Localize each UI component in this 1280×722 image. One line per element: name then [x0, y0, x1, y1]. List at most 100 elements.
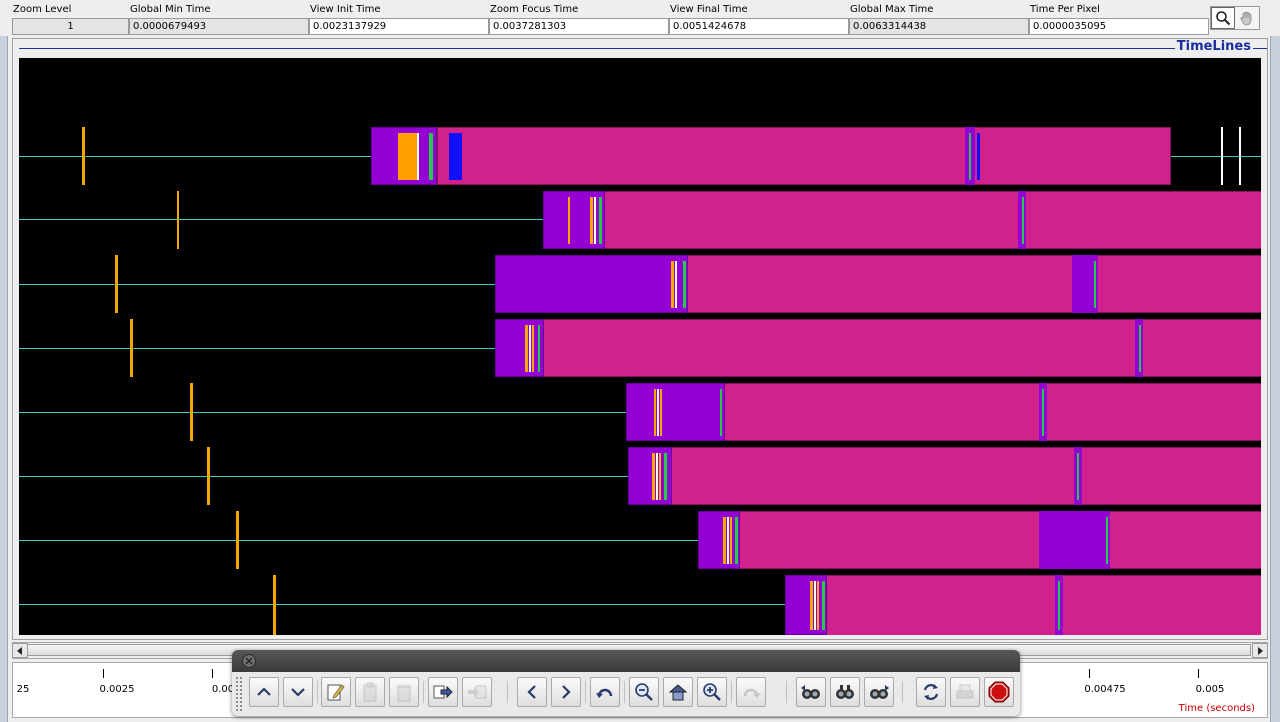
zoom-level-field[interactable]: 1 [12, 18, 129, 35]
event-marker[interactable] [1042, 389, 1044, 436]
redo-button[interactable] [736, 677, 766, 707]
event-marker[interactable] [810, 581, 813, 630]
scroll-left-button[interactable] [12, 643, 28, 658]
zoom-focus-field[interactable]: 0.0037281303 [489, 18, 669, 35]
state-block[interactable] [605, 191, 1261, 249]
state-block[interactable] [398, 133, 417, 180]
home-button[interactable] [663, 677, 693, 707]
move-up-button[interactable] [249, 677, 279, 707]
view-final-field[interactable]: 0.0051424678 [669, 18, 849, 35]
scroll-right-button[interactable] [1252, 643, 1268, 658]
zoom-in-button[interactable] [697, 677, 727, 707]
timeline-canvas[interactable] [19, 58, 1261, 635]
event-marker[interactable] [429, 133, 433, 180]
back-button[interactable] [517, 677, 547, 707]
state-block[interactable] [544, 319, 1261, 377]
state-block[interactable] [1039, 511, 1110, 569]
event-marker[interactable] [735, 517, 738, 564]
stop-button[interactable] [984, 677, 1014, 707]
search-button[interactable] [830, 677, 860, 707]
event-marker[interactable] [1022, 197, 1024, 244]
refresh-button[interactable] [916, 677, 946, 707]
event-marker[interactable] [817, 581, 819, 630]
toolbar-close-button[interactable] [242, 654, 256, 668]
event-marker[interactable] [532, 325, 534, 372]
event-marker[interactable] [177, 191, 179, 249]
hand-tool-button[interactable] [1235, 7, 1259, 29]
edit-button[interactable] [321, 677, 351, 707]
import-button[interactable] [462, 677, 492, 707]
event-marker[interactable] [822, 581, 825, 630]
event-marker[interactable] [727, 517, 729, 564]
event-marker[interactable] [594, 197, 596, 244]
event-marker[interactable] [720, 389, 722, 436]
event-marker[interactable] [1239, 127, 1241, 185]
event-marker[interactable] [82, 127, 85, 185]
event-marker[interactable] [652, 453, 655, 500]
state-block[interactable] [495, 255, 688, 313]
event-marker[interactable] [568, 197, 570, 244]
event-marker[interactable] [417, 133, 419, 180]
event-marker[interactable] [529, 325, 531, 372]
toolbar-grip[interactable] [235, 676, 243, 712]
event-marker[interactable] [671, 261, 674, 308]
search-backward-button[interactable] [796, 677, 826, 707]
magnifier-tool-button[interactable] [1211, 7, 1235, 29]
event-marker[interactable] [683, 261, 686, 308]
event-marker[interactable] [236, 511, 239, 569]
search-forward-button[interactable] [864, 677, 894, 707]
state-block[interactable] [740, 511, 1261, 569]
event-marker[interactable] [656, 453, 658, 500]
event-marker[interactable] [590, 197, 593, 244]
event-marker[interactable] [190, 383, 193, 441]
event-marker[interactable] [814, 581, 816, 630]
event-marker[interactable] [115, 255, 118, 313]
global-min-field[interactable]: 0.0000679493 [129, 18, 309, 35]
export-button[interactable] [428, 677, 458, 707]
mouse-tool-group [1210, 6, 1260, 30]
zoom-out-button[interactable] [629, 677, 659, 707]
event-marker[interactable] [273, 575, 276, 635]
event-marker[interactable] [730, 517, 732, 564]
state-block[interactable] [827, 575, 1261, 635]
state-block[interactable] [688, 255, 1261, 313]
view-init-field[interactable]: 0.0023137929 [309, 18, 489, 35]
event-marker[interactable] [1139, 325, 1141, 372]
state-block[interactable] [785, 575, 827, 635]
state-block[interactable] [626, 383, 725, 441]
state-block[interactable] [725, 383, 1261, 441]
event-marker[interactable] [977, 133, 980, 180]
event-marker[interactable] [660, 389, 662, 436]
delete-button[interactable] [389, 677, 419, 707]
event-marker[interactable] [599, 197, 602, 244]
state-block[interactable] [437, 127, 1171, 185]
event-marker[interactable] [659, 453, 661, 500]
event-marker[interactable] [538, 325, 540, 372]
forward-button[interactable] [551, 677, 581, 707]
paste-button[interactable] [355, 677, 385, 707]
event-marker[interactable] [675, 261, 677, 308]
move-down-button[interactable] [283, 677, 313, 707]
state-block[interactable] [495, 319, 544, 377]
event-marker[interactable] [525, 325, 528, 372]
global-max-field[interactable]: 0.0063314438 [849, 18, 1029, 35]
event-marker[interactable] [657, 389, 659, 436]
event-marker[interactable] [1221, 127, 1223, 185]
state-block[interactable] [672, 447, 1261, 505]
event-marker[interactable] [1077, 453, 1079, 500]
state-block[interactable] [449, 133, 462, 180]
undo-button[interactable] [590, 677, 620, 707]
time-per-pixel-field[interactable]: 0.0000035095 [1029, 18, 1209, 35]
event-marker[interactable] [130, 319, 133, 377]
event-marker[interactable] [664, 453, 667, 500]
event-marker[interactable] [1094, 261, 1096, 308]
event-marker[interactable] [654, 389, 656, 436]
toolbar-titlebar[interactable] [232, 650, 1020, 672]
event-marker[interactable] [207, 447, 210, 505]
event-marker[interactable] [1106, 517, 1108, 564]
event-marker[interactable] [1058, 581, 1060, 630]
event-marker[interactable] [723, 517, 726, 564]
print-button[interactable] [950, 677, 980, 707]
event-marker[interactable] [969, 133, 971, 180]
state-block[interactable] [698, 511, 740, 569]
